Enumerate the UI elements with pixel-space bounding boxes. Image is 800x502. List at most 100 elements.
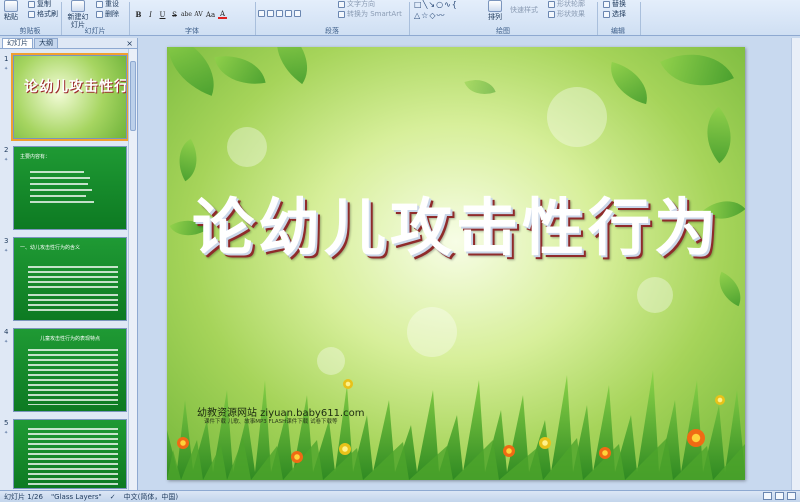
rectangle-shape-icon[interactable]: □ [414,0,422,9]
flower-decoration [177,437,189,449]
paste-button[interactable]: 粘贴 [4,0,18,21]
slide-thumbnail[interactable] [13,419,127,489]
slide-thumbnail[interactable]: 一、幼儿攻击性行为的含义 [13,237,127,321]
text-direction-button[interactable]: 文字方向 [336,0,377,9]
leaf-decoration [168,138,208,182]
slideshow-icon[interactable] [787,492,796,500]
quick-styles-button[interactable]: 快速样式 [508,6,540,15]
format-painter-button[interactable]: 格式刷 [26,10,60,19]
strikethrough-button[interactable]: S [170,10,179,19]
triangle-shape-icon[interactable]: △ [414,11,420,20]
curve-shape-icon[interactable]: ∿ [444,0,451,9]
tab-outline[interactable]: 大纲 [34,38,58,48]
slide-title[interactable]: 论幼儿攻击性行为 [167,177,745,267]
leaf-decoration [711,271,745,307]
select-button[interactable]: 选择 [601,10,628,19]
font-color-button[interactable]: A [218,10,227,19]
flower-decoration [503,445,515,457]
animation-star-icon: ✦ [4,430,9,436]
oval-shape-icon[interactable]: ○ [436,0,443,9]
wave-shape-icon[interactable]: 〰 [436,10,444,21]
normal-view-icon[interactable] [763,492,772,500]
justify-icon[interactable] [285,10,292,17]
copy-button[interactable]: 复制 [26,0,53,9]
slide-thumbnail[interactable]: 儿童攻击性行为的表现特点 [13,328,127,412]
columns-icon[interactable] [294,10,301,17]
spellcheck-icon[interactable]: ✓ [110,493,116,501]
leaf-decoration [691,106,745,164]
language-indicator[interactable]: 中文(简体，中国) [124,492,178,502]
slide-number: 2 [4,146,9,154]
animation-star-icon: ✦ [4,339,9,345]
slide-sorter-icon[interactable] [775,492,784,500]
align-right-icon[interactable] [276,10,283,17]
reset-button[interactable]: 重设 [94,0,121,9]
flower-decoration [715,395,725,405]
animation-star-icon: ✦ [4,66,9,72]
leaf-decoration [261,47,323,85]
ribbon: 粘贴 复制 格式刷 剪贴板 新建幻灯片 重设 删除 幻灯片 B I U S ab… [0,0,800,36]
shape-outline-button[interactable]: 形状轮廓 [546,0,587,9]
text-direction-icon [338,1,345,8]
thumbnails-scrollbar[interactable] [128,49,137,490]
slide-thumbnail[interactable]: 主要内容有： [13,146,127,230]
arrange-button[interactable]: 排列 [488,0,502,21]
char-spacing-button[interactable]: AV [194,10,203,19]
star-shape-icon[interactable]: ☆ [421,11,428,20]
arrange-icon [488,0,502,12]
delete-slide-button[interactable]: 删除 [94,10,121,19]
line-shape-icon[interactable]: ╲ [423,0,428,9]
editing-group-label: 编辑 [611,27,625,35]
tab-slides[interactable]: 幻灯片 [2,38,33,48]
slide-number: 1 [4,55,9,63]
new-slide-icon [71,0,85,12]
slides-pane: 幻灯片 大纲 × 1 ✦ 论幼儿攻击性行为 2 ✦ 主要内容有： 3 ✦ 一、幼… [0,38,138,490]
align-left-icon[interactable] [258,10,265,17]
new-slide-button[interactable]: 新建幻灯片 [66,0,90,29]
flower-decoration [343,379,353,389]
shadow-button[interactable]: abe [181,10,192,19]
status-bar: 幻灯片 1/26 "Glass Layers" ✓ 中文(简体，中国) [0,490,800,502]
arrow-shape-icon[interactable]: ↘ [428,0,435,9]
paste-icon [4,0,18,12]
close-pane-icon[interactable]: × [126,39,133,48]
align-center-icon[interactable] [267,10,274,17]
drawing-group-label: 绘图 [496,27,510,35]
bold-button[interactable]: B [134,10,143,19]
slide-number: 4 [4,328,9,336]
brush-icon [28,11,35,18]
select-icon [603,11,610,18]
leaf-decoration [660,47,734,104]
group-divider [640,2,641,35]
thumbnail-title: 儿童攻击性行为的表现特点 [40,336,101,342]
smartart-icon [338,11,345,18]
convert-smartart-button[interactable]: 转换为 SmartArt [336,10,404,19]
flower-decoration [339,443,351,455]
scrollbar-thumb[interactable] [130,61,136,131]
slide-thumbnail[interactable]: 论幼儿攻击性行为 [11,53,129,141]
font-group-label: 字体 [185,27,199,35]
slide-count: 幻灯片 1/26 [4,492,43,501]
change-case-button[interactable]: Aa [206,10,215,19]
theme-name: "Glass Layers" [50,492,102,501]
shapes-gallery[interactable]: □ ╲ ↘ ○ ∿ { [414,0,457,9]
current-slide[interactable]: 论幼儿攻击性行为 幼教资源网站 ziyuan.baby611.com 课件下载 … [167,47,745,480]
slide-scrollbar[interactable] [791,38,800,490]
website-subtitle: 课件下载 儿歌、故事MP3 FLASH课件下载 试卷下载等 [204,419,338,425]
thumbnail-title: 主要内容有： [20,154,51,160]
brace-shape-icon[interactable]: { [452,0,457,9]
shape-effects-button[interactable]: 形状效果 [546,10,587,19]
callout-shape-icon[interactable]: ◇ [429,11,435,20]
animation-star-icon: ✦ [4,248,9,254]
outline-icon [548,1,555,8]
leaf-decoration [167,47,227,96]
underline-button[interactable]: U [158,10,167,19]
leaf-decoration [464,73,496,101]
thumbnail-title: 论幼儿攻击性行为 [24,79,126,95]
leaf-decoration [214,49,266,91]
italic-button[interactable]: I [146,10,155,19]
clipboard-group-label: 剪贴板 [19,27,41,35]
slides-group-label: 幻灯片 [84,27,106,35]
delete-icon [96,11,103,18]
replace-button[interactable]: 替换 [601,0,628,9]
